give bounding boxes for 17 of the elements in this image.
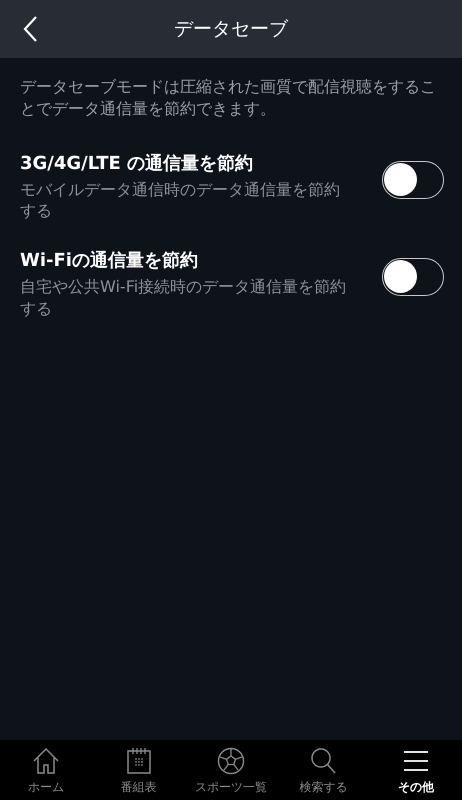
nav-tab[interactable]: ホーム bbox=[0, 740, 92, 800]
setting-title: 3G/4G/LTE の通信量を節約 bbox=[20, 152, 254, 175]
setting-description: モバイルデータ通信時のデータ通信量を節約する bbox=[20, 178, 341, 222]
description-text: データセーブモードは圧縮された画質で配信視聴をすることでデータ通信量を節約できます。 bbox=[20, 76, 437, 120]
back-button[interactable] bbox=[22, 15, 38, 43]
nav-tab[interactable]: スポーツ一覧 bbox=[184, 740, 278, 800]
toggle-switch[interactable] bbox=[382, 160, 444, 199]
nav-tab[interactable]: 番組表 bbox=[92, 740, 185, 800]
soccer-ball-icon bbox=[216, 746, 246, 776]
setting-title: Wi-Fiの通信量を節約 bbox=[20, 248, 199, 272]
nav-tab[interactable]: 検索する bbox=[277, 740, 370, 800]
back-icon bbox=[22, 15, 38, 43]
page-title: データセーブ bbox=[174, 17, 288, 42]
setting-description: 自宅や公共Wi-Fi接続時のデータ通信量を節約する bbox=[20, 276, 348, 320]
nav-tab[interactable]: その他 bbox=[370, 740, 462, 800]
toggle-switch[interactable] bbox=[382, 258, 444, 296]
home-icon bbox=[31, 746, 62, 776]
